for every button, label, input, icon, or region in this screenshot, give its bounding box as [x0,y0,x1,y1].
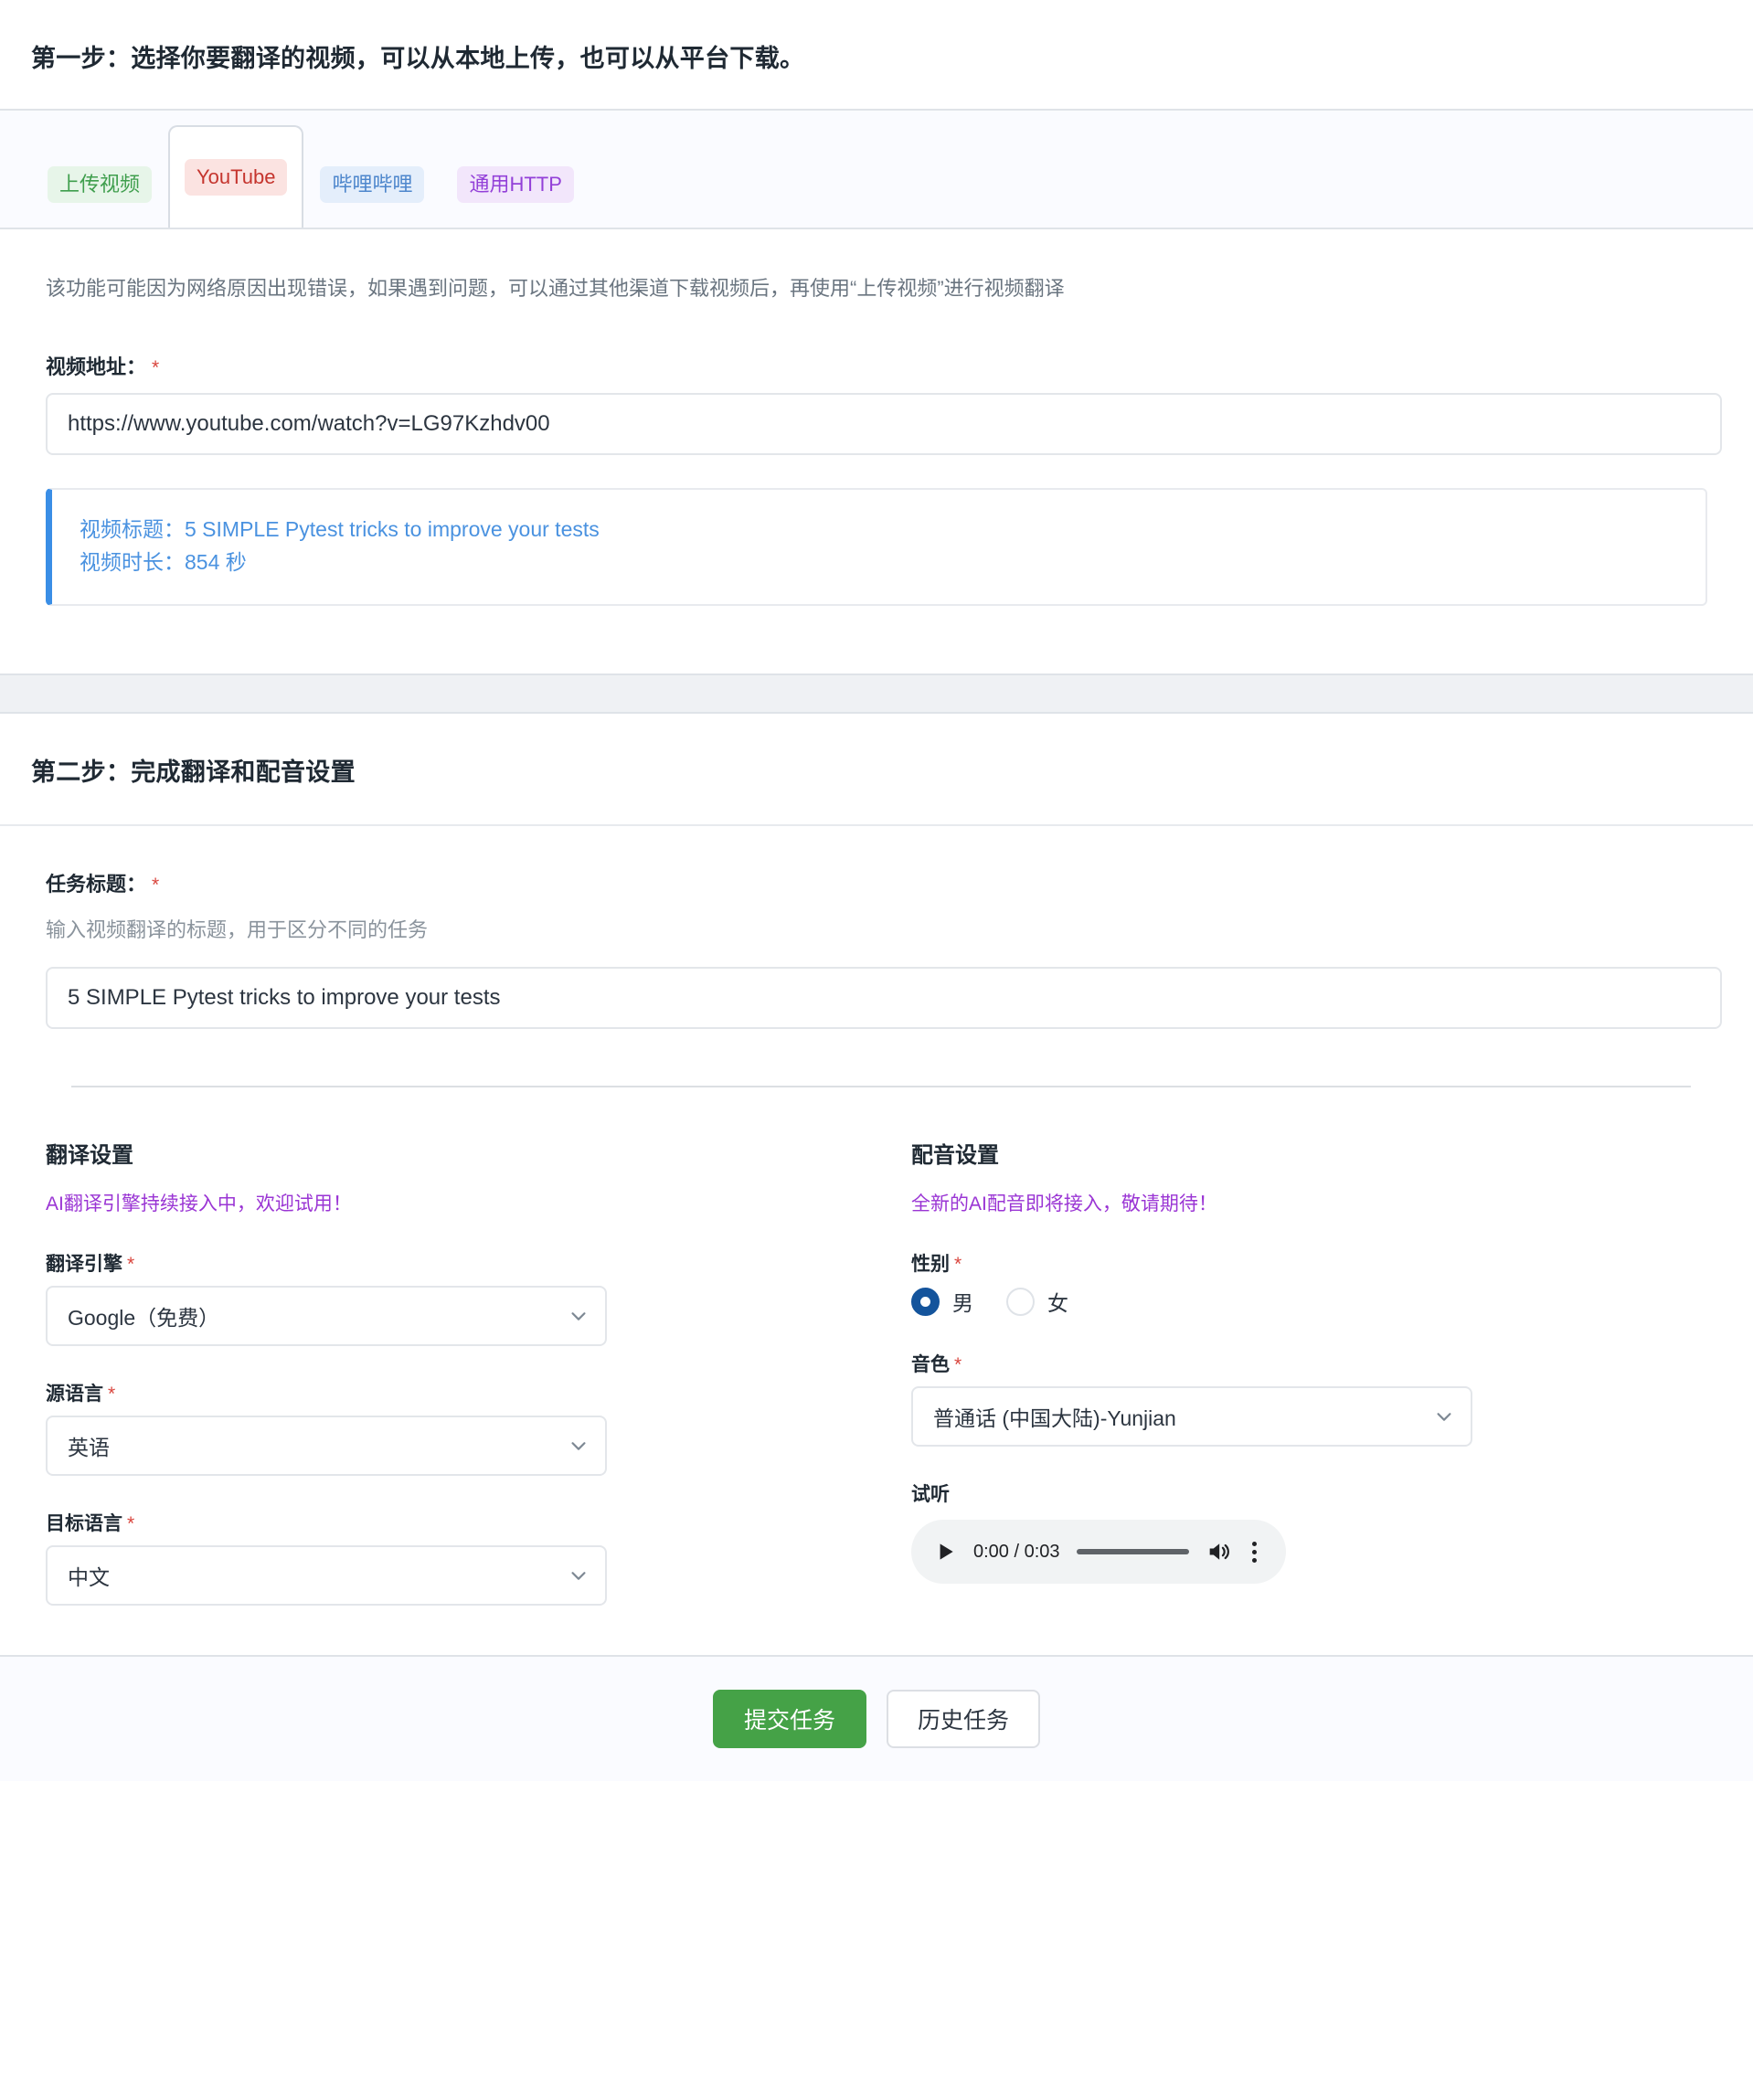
video-url-label-row: 视频地址： * [46,351,1722,380]
task-title-hint: 输入视频翻译的标题，用于区分不同的任务 [46,918,429,942]
source-language-value: 英语 [68,1436,110,1460]
voice-label-row: 音色 * [911,1350,1722,1377]
target-language-value: 中文 [68,1565,110,1590]
target-language-required-mark: * [127,1513,135,1535]
action-footer: 提交任务 历史任务 [0,1655,1753,1782]
play-icon[interactable] [931,1538,959,1565]
target-language-select-wrap: 中文 [46,1545,607,1607]
translation-engine-required-mark: * [127,1254,135,1276]
dubbing-settings-column: 配音设置 全新的AI配音即将接入，敬请期待！ 性别 * 男 女 音色 * 普通话… [876,1087,1722,1606]
radio-unselected-icon [1006,1287,1035,1316]
translation-engine-select[interactable]: Google（免费） [46,1286,607,1347]
settings-columns: 翻译设置 AI翻译引擎持续接入中，欢迎试用！ 翻译引擎 * Google（免费）… [0,1087,1753,1607]
network-warning-note: 该功能可能因为网络原因出现错误，如果遇到问题，可以通过其他渠道下载视频后，再使用… [46,277,1065,300]
gender-label-row: 性别 * [911,1249,1722,1277]
video-title-line: 视频标题：5 SIMPLE Pytest tricks to improve y… [80,514,1678,546]
submit-task-button[interactable]: 提交任务 [712,1690,866,1749]
translation-engine-label-row: 翻译引擎 * [46,1249,876,1277]
audio-progress-slider[interactable] [1076,1549,1189,1555]
source-language-required-mark: * [108,1384,116,1405]
video-info-alert: 视频标题：5 SIMPLE Pytest tricks to improve y… [46,488,1707,607]
voice-select-wrap: 普通话 (中国大陆)-Yunjian [911,1386,1472,1448]
voice-value: 普通话 (中国大陆)-Yunjian [933,1406,1176,1431]
video-duration-line: 视频时长：854 秒 [80,546,1678,579]
video-duration-value: 854 秒 [185,549,247,574]
dubbing-settings-title: 配音设置 [911,1143,999,1169]
voice-label: 音色 [911,1354,950,1376]
step2-heading-wrap: 第二步：完成翻译和配音设置 [0,714,1753,827]
gender-label: 性别 [911,1254,950,1276]
tab-youtube-label: YouTube [185,158,288,196]
voice-select[interactable]: 普通话 (中国大陆)-Yunjian [911,1386,1472,1448]
video-url-required-mark: * [152,357,160,378]
preview-label-row: 试听 [911,1480,1722,1507]
source-language-select-wrap: 英语 [46,1416,607,1477]
translation-engine-select-wrap: Google（免费） [46,1286,607,1347]
gender-radio-female-label: 女 [1047,1291,1068,1316]
translation-promo-text: AI翻译引擎持续接入中，欢迎试用！ [46,1193,352,1215]
video-title-value: 5 SIMPLE Pytest tricks to improve your t… [185,517,600,541]
target-language-label: 目标语言 [46,1513,122,1535]
step1-panel-body: 该功能可能因为网络原因出现错误，如果遇到问题，可以通过其他渠道下载视频后，再使用… [0,229,1753,639]
task-title-label: 任务标题： [46,873,147,896]
tab-bilibili-label: 哔哩哔哩 [320,165,425,204]
radio-selected-icon [911,1287,940,1316]
history-task-button[interactable]: 历史任务 [887,1690,1041,1749]
source-language-select[interactable]: 英语 [46,1416,607,1477]
tab-youtube[interactable]: YouTube [168,125,304,228]
dubbing-promo-text: 全新的AI配音即将接入，敬请期待！ [911,1193,1217,1215]
translation-engine-value: Google（免费） [68,1306,220,1331]
step2-heading: 第二步：完成翻译和配音设置 [31,758,356,787]
task-title-label-row: 任务标题： * [46,868,1722,897]
section-separator-band [0,673,1753,715]
video-url-input[interactable] [46,393,1722,455]
translation-settings-title: 翻译设置 [46,1143,133,1169]
audio-time-display: 0:00 / 0:03 [973,1541,1060,1562]
video-duration-label: 视频时长： [80,549,185,574]
source-language-label-row: 源语言 * [46,1379,876,1406]
tab-generic-http-label: 通用HTTP [457,165,574,204]
gender-radio-male-label: 男 [952,1291,973,1316]
target-language-select[interactable]: 中文 [46,1545,607,1607]
source-language-label: 源语言 [46,1384,103,1405]
gender-required-mark: * [954,1254,962,1276]
task-title-input[interactable] [46,967,1722,1030]
translation-settings-column: 翻译设置 AI翻译引擎持续接入中，欢迎试用！ 翻译引擎 * Google（免费）… [31,1087,876,1607]
task-title-required-mark: * [152,875,160,896]
step2-section: 第二步：完成翻译和配音设置 任务标题： * 输入视频翻译的标题，用于区分不同的任… [0,714,1753,1782]
tab-upload-video-label: 上传视频 [48,165,153,204]
tab-bilibili[interactable]: 哔哩哔哩 [303,140,441,228]
tab-upload-video[interactable]: 上传视频 [31,140,168,228]
gender-radio-male[interactable]: 男 [911,1286,973,1317]
source-tabs: 上传视频 YouTube 哔哩哔哩 通用HTTP [0,109,1753,229]
voice-required-mark: * [954,1354,962,1376]
target-language-label-row: 目标语言 * [46,1509,876,1536]
step2-body: 任务标题： * 输入视频翻译的标题，用于区分不同的任务 [0,826,1753,1088]
tab-generic-http[interactable]: 通用HTTP [441,140,590,228]
volume-icon[interactable] [1206,1539,1231,1564]
translation-engine-label: 翻译引擎 [46,1254,122,1276]
preview-label: 试听 [911,1484,950,1506]
step1-heading-wrap: 第一步：选择你要翻译的视频，可以从本地上传，也可以从平台下载。 [0,0,1753,109]
video-title-label: 视频标题： [80,517,185,541]
gender-radio-female[interactable]: 女 [1006,1286,1068,1317]
step1-heading: 第一步：选择你要翻译的视频，可以从本地上传，也可以从平台下载。 [31,45,805,72]
video-url-label: 视频地址： [46,355,147,378]
more-options-icon[interactable] [1242,1539,1266,1564]
gender-radio-group: 男 女 [911,1286,1722,1317]
step1-section: 第一步：选择你要翻译的视频，可以从本地上传，也可以从平台下载。 上传视频 You… [0,0,1753,715]
audio-preview-player[interactable]: 0:00 / 0:03 [911,1520,1286,1585]
